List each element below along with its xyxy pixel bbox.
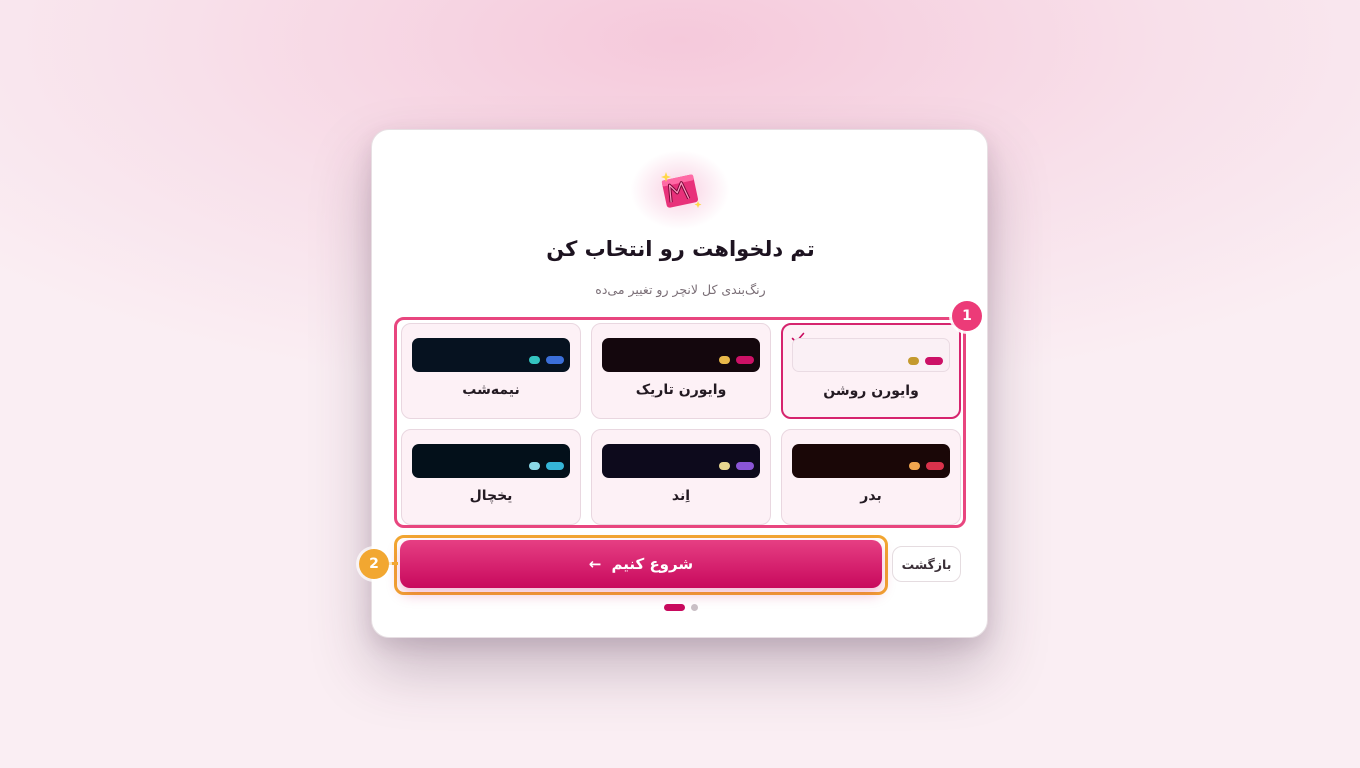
- theme-preview: [602, 444, 760, 478]
- annotation-badge-1: 1: [952, 301, 982, 331]
- accent-dot: [719, 356, 730, 364]
- theme-label: اِند: [671, 488, 691, 504]
- back-button[interactable]: بازگشت: [892, 546, 961, 582]
- onboarding-dialog: تم دلخواهت رو انتخاب کن رنگ‌بندی کل لانچ…: [359, 129, 988, 638]
- accent-dot: [908, 357, 919, 365]
- page-title: تم دلخواهت رو انتخاب کن: [546, 237, 815, 261]
- theme-label: وایورن روشن: [823, 383, 919, 399]
- theme-card-wyvern-dark[interactable]: وایورن تاریک: [591, 323, 771, 419]
- accent-pill: [925, 357, 943, 365]
- sparkle-m-logo-icon: [661, 172, 702, 208]
- accent-dot: [909, 462, 920, 470]
- accent-pill: [546, 462, 564, 470]
- theme-label: وایورن تاریک: [635, 382, 727, 398]
- theme-card-end[interactable]: اِند: [591, 429, 771, 525]
- page-subtitle: رنگ‌بندی کل لانچر رو تغییر می‌ده: [595, 282, 766, 297]
- accent-dot: [719, 462, 730, 470]
- theme-grid: وایورن روشن وایورن تاریک نیمه‌شب بدر: [394, 317, 966, 528]
- arrow-left-icon: ←: [588, 555, 602, 573]
- theme-preview: [602, 338, 760, 372]
- theme-label: نیمه‌شب: [462, 382, 520, 398]
- annotation-badge-2: 2: [359, 549, 389, 579]
- theme-preview: [412, 444, 570, 478]
- theme-label: بدر: [860, 488, 882, 504]
- theme-preview: [792, 444, 950, 478]
- accent-dot: [529, 356, 540, 364]
- accent-pill: [736, 462, 754, 470]
- accent-pill: [736, 356, 754, 364]
- start-button-label: شروع کنیم: [611, 555, 694, 573]
- theme-preview: [792, 338, 950, 372]
- theme-label: یخچال: [469, 488, 513, 504]
- theme-card-midnight[interactable]: نیمه‌شب: [401, 323, 581, 419]
- accent-pill: [546, 356, 564, 364]
- accent-pill: [926, 462, 944, 470]
- theme-card-wyvern-light[interactable]: وایورن روشن: [781, 323, 961, 419]
- theme-preview: [412, 338, 570, 372]
- pagination-dot-active[interactable]: [664, 604, 685, 611]
- accent-dot: [529, 462, 540, 470]
- theme-card-yakhchal[interactable]: یخچال: [401, 429, 581, 525]
- pagination-dot[interactable]: [691, 604, 698, 611]
- theme-card-badr[interactable]: بدر: [781, 429, 961, 525]
- start-button[interactable]: شروع کنیم ←: [400, 540, 882, 588]
